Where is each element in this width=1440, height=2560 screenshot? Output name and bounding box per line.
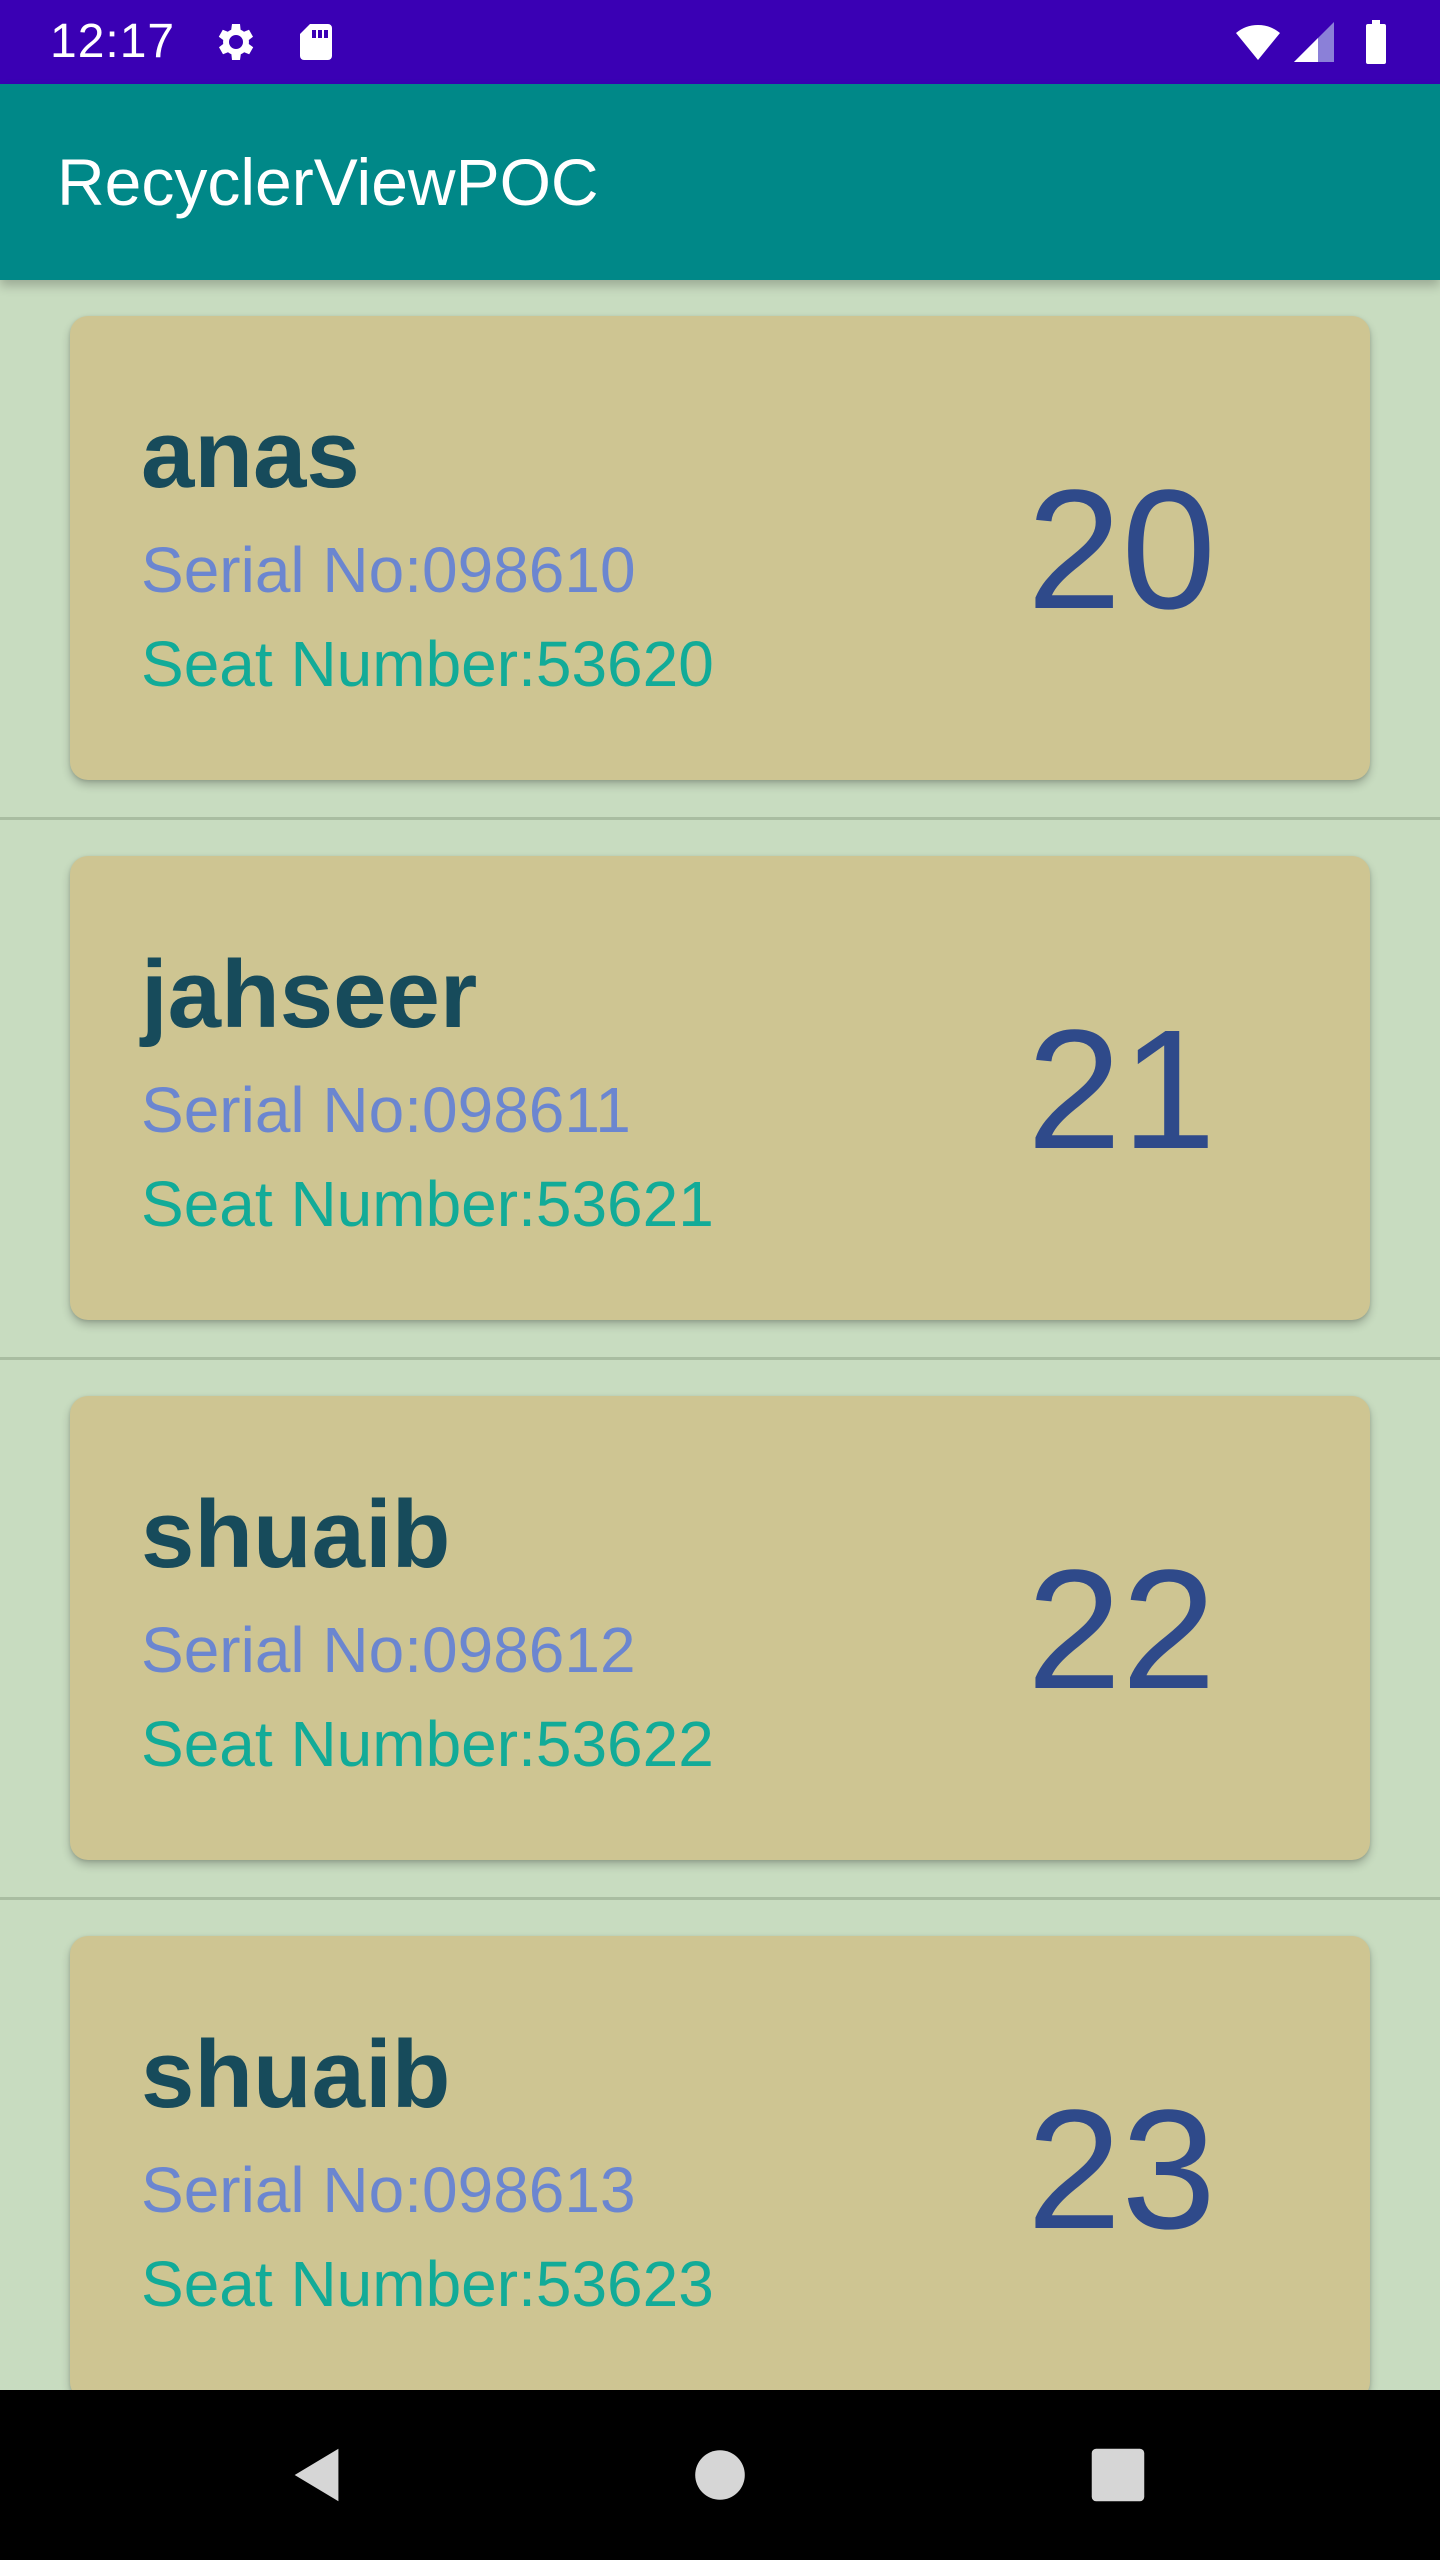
recycler-list[interactable]: anas Serial No:098610 Seat Number:53620 … [0,280,1440,2390]
item-serial: Serial No:098612 [141,1614,636,1686]
navigation-bar [0,2390,1440,2560]
item-name: anas [141,401,360,508]
item-name: shuaib [141,2021,451,2128]
item-seat: Seat Number:53622 [141,1708,714,1780]
gear-icon [212,18,260,66]
back-icon[interactable] [283,2440,353,2510]
list-item[interactable]: shuaib Serial No:098613 Seat Number:5362… [0,1900,1440,2390]
sd-card-icon [292,18,340,66]
item-card[interactable]: shuaib Serial No:098613 Seat Number:5362… [70,1936,1370,2390]
item-number: 20 [1026,455,1216,645]
list-item[interactable]: anas Serial No:098610 Seat Number:53620 … [0,280,1440,820]
item-name: shuaib [141,1481,451,1588]
item-seat: Seat Number:53623 [141,2248,714,2320]
app-bar: RecyclerViewPOC [0,84,1440,280]
item-serial: Serial No:098613 [141,2154,636,2226]
wifi-icon [1228,18,1288,66]
recents-icon[interactable] [1083,2440,1153,2510]
item-number: 21 [1026,995,1216,1185]
battery-icon [1352,18,1400,66]
item-name: jahseer [141,941,478,1048]
item-number: 23 [1026,2075,1216,2265]
status-bar: 12:17 [0,0,1440,84]
item-seat: Seat Number:53621 [141,1168,714,1240]
item-card[interactable]: shuaib Serial No:098612 Seat Number:5362… [70,1396,1370,1860]
item-serial: Serial No:098611 [141,1074,631,1146]
list-item[interactable]: jahseer Serial No:098611 Seat Number:536… [0,820,1440,1360]
item-serial: Serial No:098610 [141,534,636,606]
list-item[interactable]: shuaib Serial No:098612 Seat Number:5362… [0,1360,1440,1900]
item-card[interactable]: jahseer Serial No:098611 Seat Number:536… [70,856,1370,1320]
item-number: 22 [1026,1535,1216,1725]
home-icon[interactable] [685,2440,755,2510]
app-title: RecyclerViewPOC [57,145,599,219]
status-time: 12:17 [50,15,176,68]
item-card[interactable]: anas Serial No:098610 Seat Number:53620 … [70,316,1370,780]
signal-icon [1290,18,1338,66]
item-seat: Seat Number:53620 [141,628,714,700]
